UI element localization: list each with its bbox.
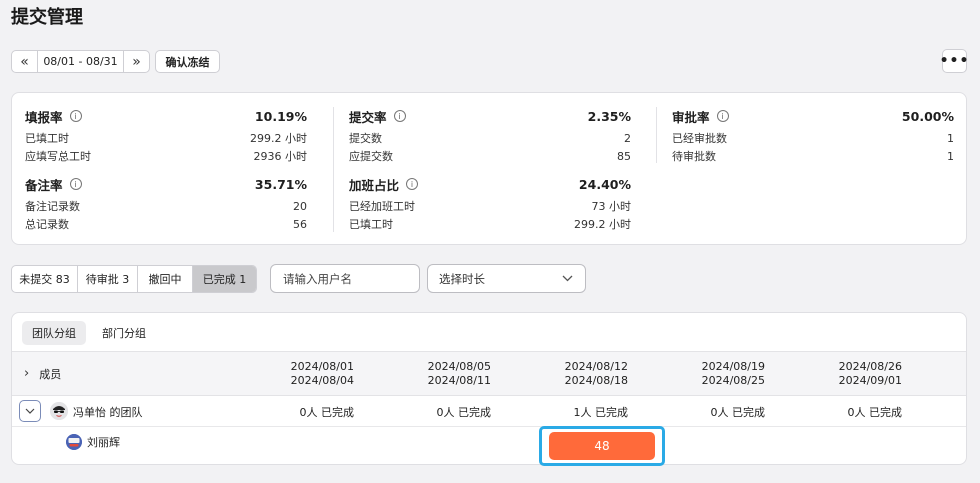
stat-fill-name: 填报率 <box>25 109 63 125</box>
stat-remark-value: 35.71% <box>254 176 307 192</box>
team-avatar <box>50 402 68 420</box>
stat-submit-value: 2.35% <box>587 108 631 124</box>
week-start: 2024/08/26 <box>838 360 902 373</box>
stat-submit-rate: 提交率 i 2.35% 提交数 2 应提交数 85 <box>349 107 631 165</box>
stat-number: 299.2 小时 <box>250 132 307 145</box>
username-search-input[interactable] <box>270 264 420 293</box>
stat-overtime-value: 24.40% <box>578 176 631 192</box>
stat-label: 应填写总工时 <box>25 150 91 163</box>
stat-approve-name: 审批率 <box>672 109 710 125</box>
divider <box>333 107 334 232</box>
group-tabs: 团队分组 部门分组 <box>22 321 156 345</box>
table-row: 刘丽辉 <box>12 427 966 457</box>
duration-select[interactable]: 选择时长 <box>427 264 586 293</box>
week-start: 2024/08/12 <box>564 360 628 373</box>
stat-label: 待审批数 <box>672 150 716 163</box>
stat-number: 73 小时 <box>591 200 632 213</box>
week-end: 2024/09/01 <box>838 374 902 387</box>
user-avatar <box>66 434 82 450</box>
stat-approve-rate: 审批率 i 50.00% 已经审批数 1 待审批数 1 <box>672 107 954 165</box>
stat-label: 已经审批数 <box>672 132 727 145</box>
stat-approve-value: 50.00% <box>901 108 954 124</box>
more-options-button[interactable]: ••• <box>940 49 968 73</box>
week-column-header: 2024/08/05 2024/08/11 <box>354 360 491 388</box>
member-name[interactable]: 刘丽辉 <box>87 427 120 457</box>
team-week-status: 0人 已完成 <box>847 406 903 419</box>
status-filter-tabs: 未提交 83 待审批 3 撤回中 已完成 1 <box>11 265 257 293</box>
tab-not-submitted[interactable]: 未提交 83 <box>12 266 78 292</box>
stat-number: 56 <box>293 217 307 231</box>
stat-label: 总记录数 <box>25 218 69 231</box>
info-icon[interactable]: i <box>69 178 82 190</box>
info-icon[interactable]: i <box>393 110 406 122</box>
stat-number: 2 <box>624 131 631 145</box>
week-column-header: 2024/08/26 2024/09/01 <box>765 360 902 388</box>
week-end: 2024/08/04 <box>290 374 354 387</box>
team-week-status: 0人 已完成 <box>436 406 492 419</box>
page-title: 提交管理 <box>11 7 83 28</box>
week-column-header: 2024/08/12 2024/08/18 <box>491 360 628 388</box>
chevron-right-icon[interactable]: › <box>24 366 29 381</box>
stat-fill-value: 10.19% <box>254 108 307 124</box>
next-range-button[interactable]: » <box>124 51 149 72</box>
stat-label: 已经加班工时 <box>349 200 415 213</box>
stat-number: 20 <box>293 199 307 213</box>
team-week-status: 1人 已完成 <box>573 406 629 419</box>
team-week-status: 0人 已完成 <box>710 406 766 419</box>
stat-label: 备注记录数 <box>25 200 80 213</box>
stat-number: 85 <box>617 149 631 163</box>
stat-number: 299.2 小时 <box>574 218 631 231</box>
hours-bar[interactable]: 48 <box>549 432 655 460</box>
sunglasses-face-icon <box>50 402 68 420</box>
week-start: 2024/08/19 <box>701 360 765 373</box>
stat-overtime-name: 加班占比 <box>349 177 400 193</box>
divider <box>656 107 657 163</box>
stat-number: 1 <box>947 131 954 145</box>
date-range-label[interactable]: 08/01 - 08/31 <box>37 51 124 72</box>
week-end: 2024/08/25 <box>701 374 765 387</box>
stat-number: 1 <box>947 149 954 163</box>
tab-completed[interactable]: 已完成 1 <box>193 266 256 292</box>
tab-pending-approval[interactable]: 待审批 3 <box>78 266 138 292</box>
table-row: 冯单怡 的团队 0人 已完成 0人 已完成 1人 已完成 0人 已完成 0人 已… <box>12 397 966 427</box>
duration-select-label: 选择时长 <box>439 271 485 286</box>
stat-label: 提交数 <box>349 132 382 145</box>
week-column-header: 2024/08/19 2024/08/25 <box>628 360 765 388</box>
tab-team-group[interactable]: 团队分组 <box>22 321 86 345</box>
prev-range-button[interactable]: « <box>12 51 37 72</box>
completion-table-card: 团队分组 部门分组 › 成员 2024/08/01 2024/08/04 2024… <box>11 312 967 466</box>
week-end: 2024/08/18 <box>564 374 628 387</box>
confirm-freeze-button[interactable]: 确认冻结 <box>155 50 220 73</box>
stat-overtime-ratio: 加班占比 i 24.40% 已经加班工时 73 小时 已填工时 299.2 小时 <box>349 175 631 233</box>
member-column-header[interactable]: › 成员 <box>24 352 61 395</box>
stat-label: 已填工时 <box>349 218 393 231</box>
date-navigator: « 08/01 - 08/31 » <box>11 50 150 73</box>
team-week-status: 0人 已完成 <box>299 406 355 419</box>
stat-remark-name: 备注率 <box>25 177 63 193</box>
stat-fill-rate: 填报率 i 10.19% 已填工时 299.2 小时 应填写总工时 2936 小时 <box>25 107 307 165</box>
tab-withdrawing[interactable]: 撤回中 <box>138 266 193 292</box>
tab-department-group[interactable]: 部门分组 <box>92 321 156 345</box>
member-header-label: 成员 <box>39 367 62 381</box>
info-icon[interactable]: i <box>69 110 82 122</box>
team-name: 冯单怡 的团队 <box>73 406 143 419</box>
table-header: › 成员 2024/08/01 2024/08/04 2024/08/05 2024… <box>12 351 966 396</box>
user-avatar-icon <box>66 434 82 450</box>
collapse-team-button[interactable] <box>19 400 41 422</box>
stat-remark-rate: 备注率 i 35.71% 备注记录数 20 总记录数 56 <box>25 175 307 233</box>
week-end: 2024/08/11 <box>427 374 491 387</box>
info-icon[interactable]: i <box>406 178 419 190</box>
week-start: 2024/08/01 <box>290 360 354 373</box>
info-icon[interactable]: i <box>716 110 729 122</box>
chevron-down-icon <box>25 408 35 414</box>
stat-label: 应提交数 <box>349 150 393 163</box>
week-start: 2024/08/05 <box>427 360 491 373</box>
stats-card: 填报率 i 10.19% 已填工时 299.2 小时 应填写总工时 2936 小时 提… <box>11 92 967 245</box>
chevron-down-icon <box>562 275 573 282</box>
week-column-header: 2024/08/01 2024/08/04 <box>217 360 354 388</box>
stat-number: 2936 小时 <box>253 150 308 163</box>
stat-submit-name: 提交率 <box>349 109 387 125</box>
stat-label: 已填工时 <box>25 132 69 145</box>
